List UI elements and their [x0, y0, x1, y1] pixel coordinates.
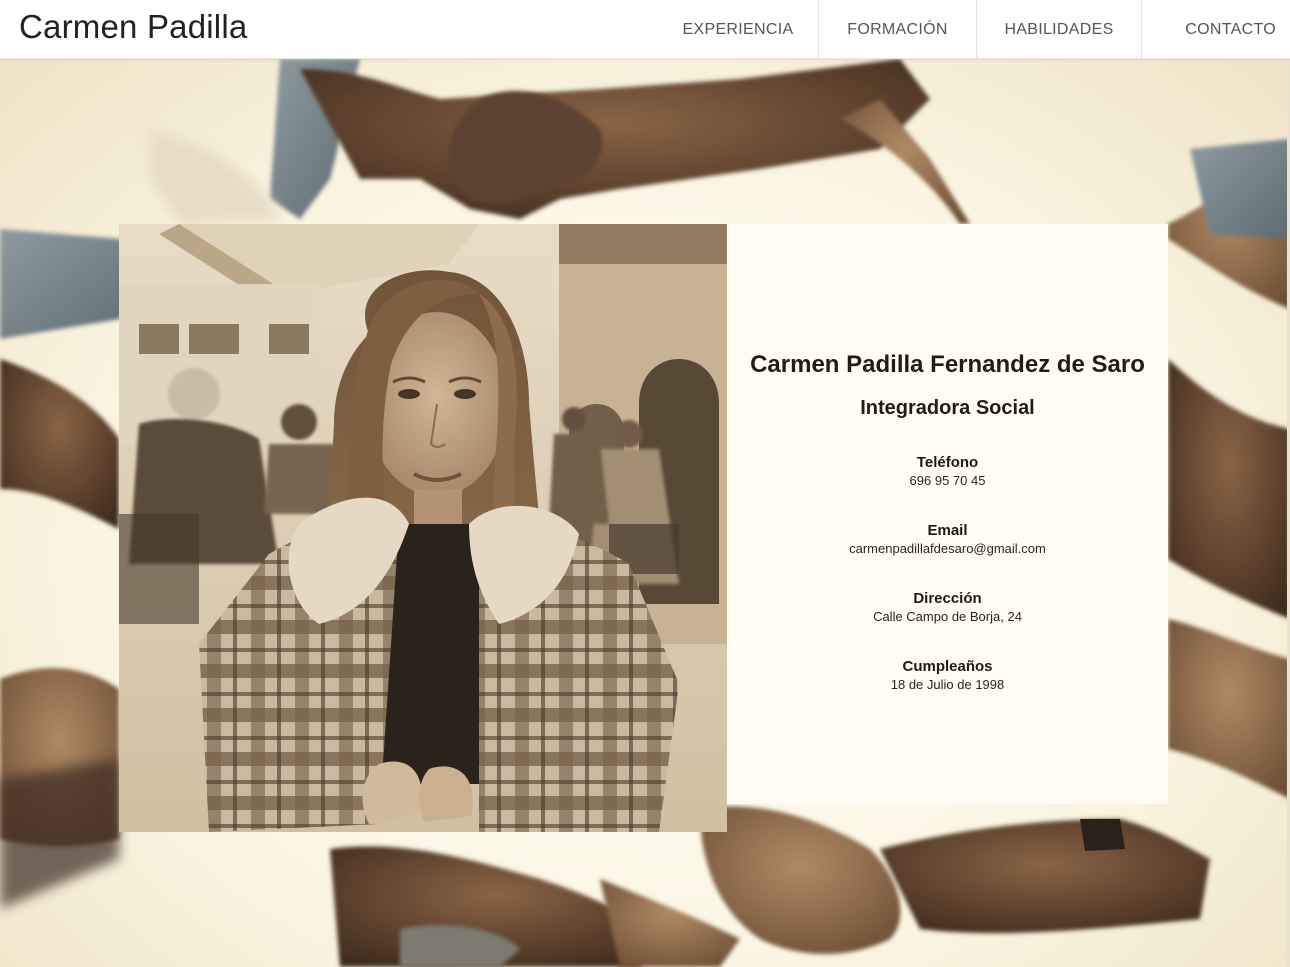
nav-experiencia[interactable]: EXPERIENCIA — [658, 0, 818, 59]
address-label: Dirección — [913, 590, 982, 607]
profile-photo — [119, 224, 727, 832]
profile-info-card: Carmen Padilla Fernandez de Saro Integra… — [727, 224, 1168, 804]
phone-label: Teléfono — [916, 454, 979, 471]
profile-role: Integradora Social — [860, 397, 1035, 419]
site-brand[interactable]: Carmen Padilla — [19, 8, 247, 46]
email-field: Email carmenpadillafdesaro@gmail.com — [727, 522, 1168, 558]
nav-formacion[interactable]: FORMACIÓN — [818, 0, 976, 59]
birthday-label: Cumpleaños — [902, 658, 993, 675]
birthday-field: Cumpleaños 18 de Julio de 1998 — [727, 658, 1168, 694]
top-navbar: Carmen Padilla EXPERIENCIA FORMACIÓN HAB… — [0, 0, 1290, 59]
birthday-value: 18 de Julio de 1998 — [890, 677, 1005, 692]
email-value[interactable]: carmenpadillafdesaro@gmail.com — [727, 540, 1168, 558]
address-value: Calle Campo de Borja, 24 — [873, 609, 1022, 624]
nav-habilidades[interactable]: HABILIDADES — [976, 0, 1141, 59]
email-label: Email — [927, 522, 968, 539]
profile-name: Carmen Padilla Fernandez de Saro — [750, 351, 1145, 378]
address-field: Dirección Calle Campo de Borja, 24 — [727, 590, 1168, 626]
main-nav: EXPERIENCIA FORMACIÓN HABILIDADES CONTAC… — [658, 0, 1290, 59]
phone-value: 696 95 70 45 — [909, 473, 986, 488]
nav-contacto[interactable]: CONTACTO — [1141, 0, 1290, 59]
phone-field: Teléfono 696 95 70 45 — [727, 454, 1168, 490]
